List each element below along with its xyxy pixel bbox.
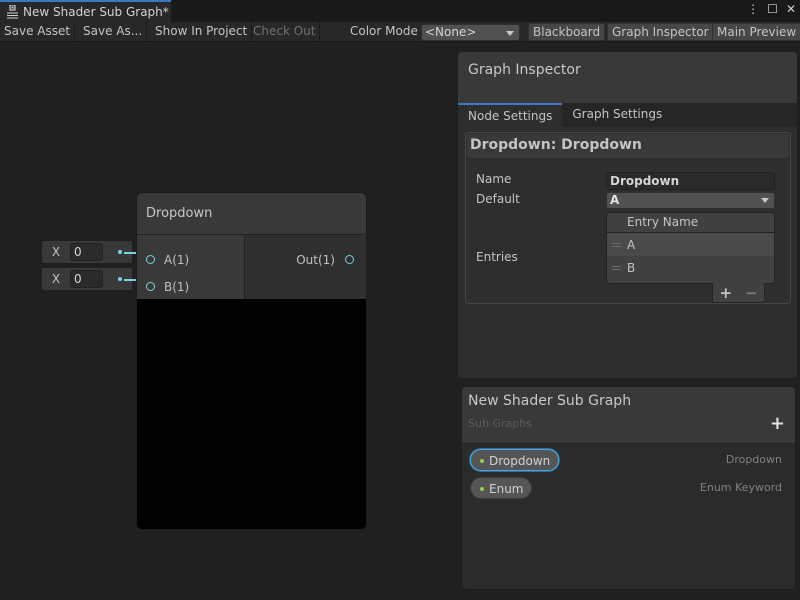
property-name: Dropdown xyxy=(489,454,551,468)
inline-input-b: X 0 xyxy=(42,268,132,290)
inline-port-dot xyxy=(118,277,122,281)
port-label: A(1) xyxy=(164,252,190,267)
document-tab[interactable]: New Shader Sub Graph* xyxy=(0,0,171,22)
remove-entry-button[interactable]: − xyxy=(745,284,758,302)
exposed-dot-icon xyxy=(480,459,484,463)
port-icon[interactable] xyxy=(146,255,155,264)
inline-input-label: X xyxy=(51,245,61,259)
blackboard-title: New Shader Sub Graph xyxy=(468,393,632,409)
property-name: Enum xyxy=(489,482,524,496)
port-icon[interactable] xyxy=(345,255,354,264)
port-label: B(1) xyxy=(164,279,190,294)
port-label: Out(1) xyxy=(296,252,335,267)
add-entry-button[interactable]: + xyxy=(719,284,732,302)
output-port-out[interactable]: Out(1) xyxy=(245,246,354,273)
inline-input-label: X xyxy=(51,272,61,286)
tab-graph-settings[interactable]: Graph Settings xyxy=(562,103,672,127)
name-input[interactable]: Dropdown xyxy=(606,172,775,190)
inspector-title: Graph Inspector xyxy=(458,52,797,103)
inline-input-a: X 0 xyxy=(42,241,132,263)
node-inputs: A(1) B(1) xyxy=(137,235,245,299)
graph-inspector-toggle[interactable]: Graph Inspector xyxy=(607,23,714,41)
window-tab-bar: New Shader Sub Graph* ⋮ ☐ ✕ xyxy=(0,0,800,22)
input-port-a[interactable]: A(1) xyxy=(137,246,244,273)
document-tab-title: New Shader Sub Graph* xyxy=(23,5,169,19)
shader-graph-icon xyxy=(6,4,19,19)
entries-label: Entries xyxy=(476,250,518,264)
default-dropdown[interactable]: A xyxy=(606,192,775,209)
inline-input-value[interactable]: 0 xyxy=(70,270,103,288)
close-icon[interactable]: ✕ xyxy=(786,2,796,16)
more-menu-icon[interactable]: ⋮ xyxy=(747,2,759,16)
color-mode-label: Color Mode xyxy=(350,24,418,38)
save-as-button[interactable]: Save As... xyxy=(79,22,148,42)
property-type: Dropdown xyxy=(725,453,782,466)
exposed-dot-icon xyxy=(480,487,484,491)
chevron-down-icon xyxy=(506,31,514,36)
blackboard-subtitle: Sub Graphs xyxy=(468,417,532,430)
blackboard-panel: New Shader Sub Graph Sub Graphs + Dropdo… xyxy=(461,386,796,590)
save-asset-button[interactable]: Save Asset xyxy=(0,22,76,42)
default-value: A xyxy=(610,193,620,207)
blackboard-property-row[interactable]: Dropdown Dropdown xyxy=(470,449,788,473)
maximize-icon[interactable]: ☐ xyxy=(767,2,778,16)
entry-name: B xyxy=(627,260,636,275)
tab-node-settings[interactable]: Node Settings xyxy=(458,103,563,127)
node-settings-section: Dropdown: Dropdown Name Dropdown Default… xyxy=(465,132,791,304)
blackboard-toggle[interactable]: Blackboard xyxy=(528,23,606,41)
list-item[interactable]: B xyxy=(607,256,774,279)
check-out-button[interactable]: Check Out xyxy=(249,22,321,42)
input-port-b[interactable]: B(1) xyxy=(137,273,244,300)
inline-input-value[interactable]: 0 xyxy=(70,243,103,261)
node-title: Dropdown xyxy=(137,193,366,235)
property-pill-enum[interactable]: Enum xyxy=(470,477,533,499)
chevron-down-icon xyxy=(761,198,769,203)
list-footer: + − xyxy=(712,283,765,303)
inline-port-dot xyxy=(118,250,122,254)
default-label: Default xyxy=(476,192,520,206)
property-type: Enum Keyword xyxy=(699,481,782,494)
show-in-project-button[interactable]: Show In Project xyxy=(151,22,253,42)
drag-handle-icon[interactable] xyxy=(612,265,621,270)
list-item[interactable]: A xyxy=(607,233,774,256)
port-icon[interactable] xyxy=(146,282,155,291)
node-preview xyxy=(137,299,366,529)
drag-handle-icon[interactable] xyxy=(612,242,621,247)
blackboard-property-row[interactable]: Enum Enum Keyword xyxy=(470,477,788,501)
node-outputs: Out(1) xyxy=(245,235,366,299)
main-preview-toggle[interactable]: Main Preview xyxy=(712,23,800,41)
graph-inspector-panel: Graph Inspector Node Settings Graph Sett… xyxy=(457,51,798,379)
color-mode-value: <None> xyxy=(425,25,477,39)
entries-header: Entry Name xyxy=(607,213,774,233)
property-pill-dropdown[interactable]: Dropdown xyxy=(470,449,560,471)
dropdown-node[interactable]: Dropdown A(1) B(1) Out(1) xyxy=(136,192,367,530)
entry-name: A xyxy=(627,237,636,252)
entries-list: Entry Name A B xyxy=(606,212,775,284)
add-property-button[interactable]: + xyxy=(770,413,785,434)
inspector-tabs: Node Settings Graph Settings xyxy=(458,103,797,127)
toolbar: Save Asset Save As... Show In Project Ch… xyxy=(0,22,800,42)
section-title: Dropdown: Dropdown xyxy=(467,134,789,158)
name-label: Name xyxy=(476,172,512,186)
color-mode-dropdown[interactable]: <None> xyxy=(421,24,520,41)
